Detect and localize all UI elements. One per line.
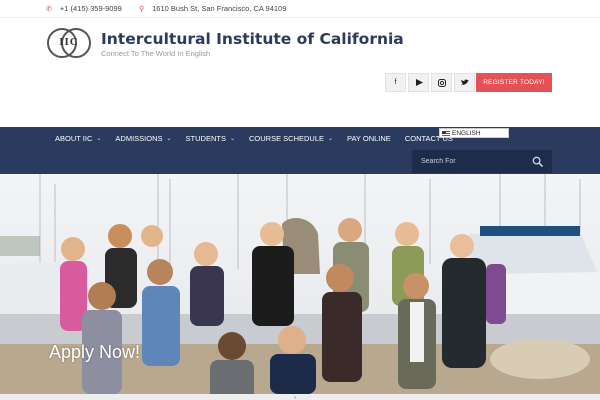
nav-item-label: PAY ONLINE — [347, 134, 391, 143]
twitter-bird-glyph — [460, 79, 469, 85]
search-input[interactable] — [421, 158, 521, 165]
nav-item-pay-online[interactable]: PAY ONLINE — [347, 134, 391, 143]
nav-item-label: COURSE SCHEDULE — [248, 134, 324, 143]
chevron-down-icon: ⌄ — [328, 136, 334, 142]
register-today-button[interactable]: REGISTER TODAY! — [476, 73, 552, 92]
chevron-down-icon[interactable]: ▾ — [294, 395, 302, 400]
search-box — [412, 150, 552, 173]
twitter-icon[interactable] — [454, 73, 475, 92]
instagram-icon[interactable] — [431, 73, 452, 92]
language-selector[interactable]: ENGLISH — [439, 128, 509, 138]
map-marker-icon: ⚲ — [139, 5, 145, 13]
top-bar: ✆ +1 (415) 359-9099 ⚲ 1610 Bush St, San … — [0, 0, 600, 18]
nav-item-label: STUDENTS — [185, 134, 226, 143]
chevron-down-icon: ⌄ — [96, 136, 102, 142]
nav-item-course-schedule[interactable]: COURSE SCHEDULE ⌄ — [249, 134, 333, 143]
nav-item-admissions[interactable]: ADMISSIONS ⌄ — [115, 134, 171, 143]
phone-contact[interactable]: ✆ +1 (415) 359-9099 — [46, 4, 122, 13]
site-tagline: Connect To The World In English — [101, 49, 211, 58]
chevron-down-icon: ⌄ — [229, 136, 235, 142]
logo-text: IIC — [59, 36, 79, 48]
nav-item-label: ADMISSIONS — [115, 134, 163, 143]
language-label: ENGLISH — [452, 129, 481, 137]
nav-item-label: ABOUT IIC — [55, 134, 93, 143]
us-flag-icon — [442, 130, 450, 136]
chevron-down-icon: ⌄ — [166, 136, 172, 142]
phone-icon: ✆ — [46, 5, 52, 13]
site-logo[interactable]: IIC — [47, 28, 91, 58]
apply-now-heading[interactable]: Apply Now! — [49, 342, 140, 363]
instagram-camera-glyph — [437, 78, 446, 87]
hero-banner: Apply Now! — [0, 174, 600, 394]
facebook-icon[interactable]: f — [385, 73, 406, 92]
address-contact: ⚲ 1610 Bush St, San Francisco, CA 94109 — [139, 4, 286, 13]
youtube-play-glyph — [415, 79, 423, 86]
nav-menu: ABOUT IIC ⌄ ADMISSIONS ⌄ STUDENTS ⌄ COUR… — [55, 134, 467, 143]
search-icon[interactable] — [532, 156, 543, 167]
nav-item-about[interactable]: ABOUT IIC ⌄ — [55, 134, 101, 143]
youtube-icon[interactable] — [408, 73, 429, 92]
nav-item-students[interactable]: STUDENTS ⌄ — [186, 134, 235, 143]
phone-number: +1 (415) 359-9099 — [59, 4, 122, 13]
address-text: 1610 Bush St, San Francisco, CA 94109 — [152, 4, 287, 13]
site-title[interactable]: Intercultural Institute of California — [101, 30, 404, 48]
